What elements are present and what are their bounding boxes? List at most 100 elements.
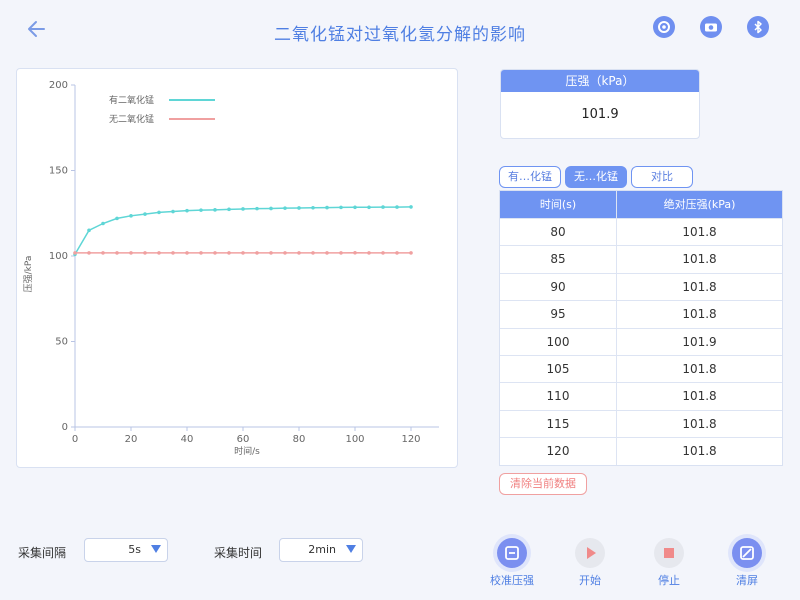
data-point xyxy=(325,251,329,255)
interval-label: 采集间隔 xyxy=(18,546,67,560)
data-point xyxy=(115,216,119,221)
data-point xyxy=(241,251,245,255)
data-table: 时间(s) 绝对压强(kPa) 80 101.8 85 101.8 90 101.8 … xyxy=(499,190,783,466)
data-point xyxy=(101,221,105,226)
cell-pressure: 101.8 xyxy=(682,252,717,267)
pressure-value: 101.9 xyxy=(581,107,619,122)
y-tick-label: 200 xyxy=(49,80,68,91)
y-tick-label: 0 xyxy=(62,422,68,433)
data-point xyxy=(381,251,385,255)
data-point xyxy=(199,251,203,255)
data-point xyxy=(339,251,343,255)
clear-screen-button[interactable]: 清屏 xyxy=(717,536,777,590)
duration-value: 2min xyxy=(308,543,336,556)
cell-pressure: 101.8 xyxy=(682,444,717,459)
data-point xyxy=(213,208,217,212)
data-point xyxy=(157,210,161,215)
cell-time: 80 xyxy=(500,219,617,246)
x-tick-label: 120 xyxy=(401,434,420,445)
data-point xyxy=(395,205,399,209)
bluetooth-icon[interactable] xyxy=(747,16,769,38)
data-point xyxy=(143,212,147,216)
data-point xyxy=(367,251,371,255)
calibrate-label: 校准压强 xyxy=(490,574,534,587)
legend-label: 无二氧化锰 xyxy=(109,113,154,125)
chevron-down-icon xyxy=(151,545,161,553)
data-point xyxy=(353,205,357,210)
cell-time: 100 xyxy=(500,328,617,355)
tab-with-mno2[interactable]: 有…化锰 xyxy=(499,166,561,188)
cell-time: 90 xyxy=(500,273,617,301)
x-tick-label: 100 xyxy=(345,434,364,445)
table-row: 105 101.8 xyxy=(500,354,782,383)
data-point xyxy=(171,251,175,255)
data-point xyxy=(143,251,147,255)
gear-icon[interactable] xyxy=(653,16,675,38)
data-point xyxy=(311,205,315,210)
table-header: 时间(s) 绝对压强(kPa) xyxy=(500,191,782,218)
table-row: 90 101.8 xyxy=(500,272,782,301)
start-button[interactable]: 开始 xyxy=(560,536,620,590)
data-point xyxy=(185,251,189,255)
cell-pressure: 101.8 xyxy=(682,416,717,431)
x-tick-label: 0 xyxy=(72,434,78,445)
stop-icon xyxy=(654,538,684,568)
clear-current-data-button[interactable]: 清除当前数据 xyxy=(499,473,587,495)
cell-time: 120 xyxy=(500,438,617,465)
camera-icon[interactable] xyxy=(700,16,722,38)
pressure-label: 压强（kPa） xyxy=(501,70,699,92)
tab-without-mno2[interactable]: 无…化锰 xyxy=(565,166,627,188)
stop-label: 停止 xyxy=(658,574,680,587)
tab-compare[interactable]: 对比 xyxy=(631,166,693,188)
cell-pressure: 101.8 xyxy=(682,389,717,404)
data-point xyxy=(311,251,315,255)
clear-screen-icon xyxy=(732,538,762,568)
data-point xyxy=(255,251,259,255)
data-point xyxy=(227,251,231,255)
data-point xyxy=(101,251,105,255)
interval-select[interactable]: 5s xyxy=(84,538,168,562)
cell-pressure: 101.8 xyxy=(682,307,717,322)
pressure-readout: 压强（kPa） 101.9 xyxy=(500,69,700,139)
data-point xyxy=(171,209,175,214)
series-line xyxy=(74,206,412,255)
cell-time: 115 xyxy=(500,410,617,438)
cell-time: 95 xyxy=(500,301,617,328)
x-tick-label: 40 xyxy=(181,434,194,445)
data-point xyxy=(353,250,357,255)
data-point xyxy=(185,208,189,213)
table-row: 115 101.8 xyxy=(500,409,782,438)
data-point xyxy=(87,251,91,255)
table-row: 95 101.8 xyxy=(500,300,782,328)
calibrate-button[interactable]: 校准压强 xyxy=(482,536,542,590)
stop-button[interactable]: 停止 xyxy=(639,536,699,590)
x-axis-label: 时间/s xyxy=(234,445,260,457)
table-row: 80 101.8 xyxy=(500,218,782,246)
y-axis-label: 压强/kPa xyxy=(23,256,34,293)
table-row: 100 101.9 xyxy=(500,327,782,355)
data-point xyxy=(213,251,217,255)
page-title: 二氧化锰对过氧化氢分解的影响 xyxy=(274,25,526,45)
data-point xyxy=(87,228,91,233)
y-tick-label: 150 xyxy=(49,166,68,177)
data-point xyxy=(297,206,301,210)
cell-pressure: 101.8 xyxy=(682,225,717,239)
data-point xyxy=(297,251,301,255)
clear-screen-label: 清屏 xyxy=(736,574,758,587)
data-point xyxy=(409,251,413,255)
data-point xyxy=(129,214,133,218)
data-point xyxy=(395,251,399,255)
legend-label: 有二氧化锰 xyxy=(109,94,154,106)
duration-select[interactable]: 2min xyxy=(279,538,363,562)
data-point xyxy=(241,207,245,211)
data-point xyxy=(339,205,343,210)
x-tick-label: 60 xyxy=(237,434,250,445)
cell-time: 85 xyxy=(500,246,617,273)
data-point xyxy=(367,205,371,210)
header-bar: 二氧化锰对过氧化氢分解的影响 xyxy=(0,0,800,50)
interval-value: 5s xyxy=(128,543,141,556)
data-point xyxy=(269,206,273,211)
start-label: 开始 xyxy=(579,574,601,587)
play-icon xyxy=(575,538,605,568)
data-point xyxy=(381,205,385,209)
